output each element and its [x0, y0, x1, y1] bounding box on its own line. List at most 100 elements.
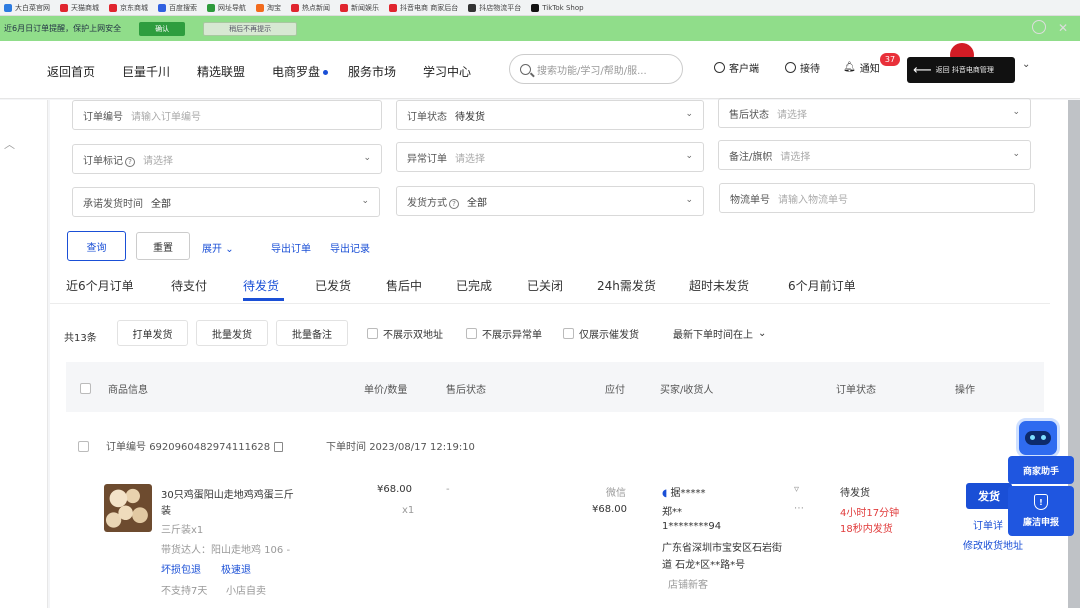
total-count: 共13条 [64, 333, 97, 344]
order-checkbox[interactable] [78, 441, 89, 452]
remark-select[interactable]: 备注/旗帜 请选择 ⌄ [718, 140, 1031, 170]
after-sale-placeholder: 请选择 [777, 109, 807, 121]
sort-label: 最新下单时间在上 [673, 330, 753, 341]
tab-pending-shipment[interactable]: 待发货 [243, 277, 279, 294]
tab-completed[interactable]: 已完成 [456, 277, 492, 294]
bookmark-item[interactable]: 抖店物流平台 [468, 3, 521, 13]
nav-item-service-market[interactable]: 服务市场 [348, 63, 396, 80]
ship-method-select[interactable]: 发货方式? 全部 ⌄ [396, 186, 704, 216]
robot-icon[interactable] [1016, 418, 1060, 458]
robot-face [1025, 431, 1051, 445]
nav-item-compass[interactable]: 电商罗盘 [272, 63, 329, 80]
product-title-2[interactable]: 装 [161, 502, 171, 517]
notice-bar: 近6月日订单提醒，保护上网安全 确认 稍后不再提示 ✕ [0, 16, 1080, 41]
tab-overdue[interactable]: 超时未发货 [689, 277, 749, 294]
opt-double-addr[interactable]: 不展示双地址 [367, 326, 443, 341]
nav-item-qianchuan[interactable]: 巨量千川 [122, 63, 170, 80]
buyer[interactable]: ◖ 据***** [662, 484, 705, 499]
nav-item-alliance[interactable]: 精选联盟 [197, 63, 245, 80]
integrity-report-button[interactable]: ! 廉洁申报 [1008, 486, 1074, 536]
bookmark-item[interactable]: 天猫商城 [60, 3, 99, 13]
ship-button[interactable]: 发货 [966, 483, 1012, 509]
more-icon[interactable]: ⋯ [794, 503, 804, 514]
sort-select[interactable]: 最新下单时间在上 ⌄ [673, 326, 766, 341]
reset-button[interactable]: 重置 [136, 232, 190, 260]
order-no: 订单编号 6920960482974111628 [106, 438, 284, 453]
order-status: 待发货 [840, 488, 870, 499]
ship-method-label: 发货方式? [407, 194, 459, 209]
chevron-down-icon: ⌄ [225, 244, 234, 255]
checkbox[interactable] [367, 328, 378, 339]
notice-later-button[interactable]: 稍后不再提示 [203, 21, 298, 36]
chevron-down-icon: ⌄ [685, 151, 693, 161]
checkbox[interactable] [563, 328, 574, 339]
chevron-down-icon[interactable]: ⌄ [1022, 59, 1030, 70]
batch-ship-button[interactable]: 批量发货 [196, 320, 268, 346]
tab-pending-payment[interactable]: 待支付 [171, 277, 207, 294]
remark-label: 备注/旗帜 [729, 151, 773, 163]
expand-link[interactable]: 展开 ⌄ [202, 240, 234, 255]
bookmark-item[interactable]: 新闻娱乐 [340, 3, 379, 13]
bookmark-label: 抖音电商 商家后台 [400, 3, 459, 12]
promise-time-select[interactable]: 承诺发货时间 全部 ⌄ [72, 187, 380, 217]
back-label: 返回 抖音电商管理 [935, 66, 994, 74]
export-records-link[interactable]: 导出记录 [330, 240, 370, 255]
bookmark-item[interactable]: 大白菜官网 [4, 3, 50, 13]
tab-older[interactable]: 6个月前订单 [788, 277, 856, 294]
sidebar [0, 100, 48, 608]
notify-button[interactable]: 🔔︎ 通知 [843, 60, 880, 75]
customer-service-button[interactable]: 客户端 [714, 60, 759, 75]
bookmark-item[interactable]: 抖音电商 商家后台 [389, 3, 458, 13]
merchant-assistant-button[interactable]: 商家助手 [1008, 456, 1074, 484]
receive-button[interactable]: 接待 [785, 60, 820, 75]
chevron-up-icon[interactable]: ︿ [4, 136, 15, 152]
batch-remark-button[interactable]: 批量备注 [276, 320, 348, 346]
search-input[interactable]: 搜索功能/学习/帮助/服... [509, 54, 683, 84]
filter-icon[interactable]: ▿ [794, 484, 799, 495]
export-orders-link[interactable]: 导出订单 [271, 240, 311, 255]
bookmark-label: TikTok Shop [542, 3, 584, 12]
abnormal-select[interactable]: 异常订单 请选择 ⌄ [396, 142, 704, 172]
after-sale-select[interactable]: 售后状态 请选择 ⌄ [718, 98, 1031, 128]
promise-time-value: 全部 [151, 198, 171, 210]
copy-icon[interactable] [274, 442, 284, 452]
close-icon[interactable]: ✕ [1058, 21, 1068, 35]
bookmark-item[interactable]: 百度搜索 [158, 3, 197, 13]
shield-icon: ! [1034, 494, 1048, 510]
nav-item-home[interactable]: 返回首页 [47, 63, 95, 80]
print-ship-button[interactable]: 打单发货 [117, 320, 188, 346]
select-all-checkbox[interactable] [80, 383, 91, 394]
modify-address-link[interactable]: 修改收货地址 [963, 537, 1023, 552]
opt-abnormal[interactable]: 不展示异常单 [466, 326, 542, 341]
bookmark-item[interactable]: TikTok Shop [531, 3, 584, 12]
tab-6-months[interactable]: 近6个月订单 [66, 277, 134, 294]
bookmark-item[interactable]: 京东商城 [109, 3, 148, 13]
opt-reminder[interactable]: 仅展示催发货 [563, 326, 639, 341]
ship-method-label-text: 发货方式 [407, 197, 447, 209]
order-no-field[interactable]: 订单编号 请输入订单编号 [72, 100, 382, 130]
tag-return: 坏损包退 [161, 565, 201, 576]
order-no-label: 订单编号 [106, 442, 146, 453]
bookmark-item[interactable]: 淘宝 [256, 3, 281, 13]
bookmark-label: 淘宝 [267, 3, 281, 12]
back-button[interactable]: ⟵ 返回 抖音电商管理 [907, 57, 1015, 83]
product-title-1[interactable]: 30只鸡蛋阳山走地鸡鸡蛋三斤 [161, 486, 294, 501]
tab-after-sale[interactable]: 售后中 [386, 277, 422, 294]
bookmark-item[interactable]: 热点新闻 [291, 3, 330, 13]
bookmark-item[interactable]: 网址导航 [207, 3, 246, 13]
checkbox[interactable] [466, 328, 477, 339]
abnormal-label: 异常订单 [407, 153, 447, 165]
product-image[interactable] [104, 484, 152, 532]
notice-ok-button[interactable]: 确认 [139, 21, 186, 36]
tab-closed[interactable]: 已关闭 [527, 277, 563, 294]
order-mark-select[interactable]: 订单标记? 请选择 ⌄ [72, 144, 382, 174]
order-detail-link[interactable]: 订单详 [973, 517, 1003, 532]
order-no-label: 订单编号 [83, 111, 123, 123]
logistics-no-field[interactable]: 物流单号 请输入物流单号 [719, 183, 1035, 213]
tab-shipped[interactable]: 已发货 [315, 277, 351, 294]
nav-item-learning[interactable]: 学习中心 [423, 63, 471, 80]
query-button[interactable]: 查询 [67, 231, 126, 261]
search-icon [520, 63, 531, 75]
order-status-select[interactable]: 订单状态 待发货 ⌄ [396, 100, 704, 130]
tab-24h[interactable]: 24h需发货 [597, 277, 656, 294]
